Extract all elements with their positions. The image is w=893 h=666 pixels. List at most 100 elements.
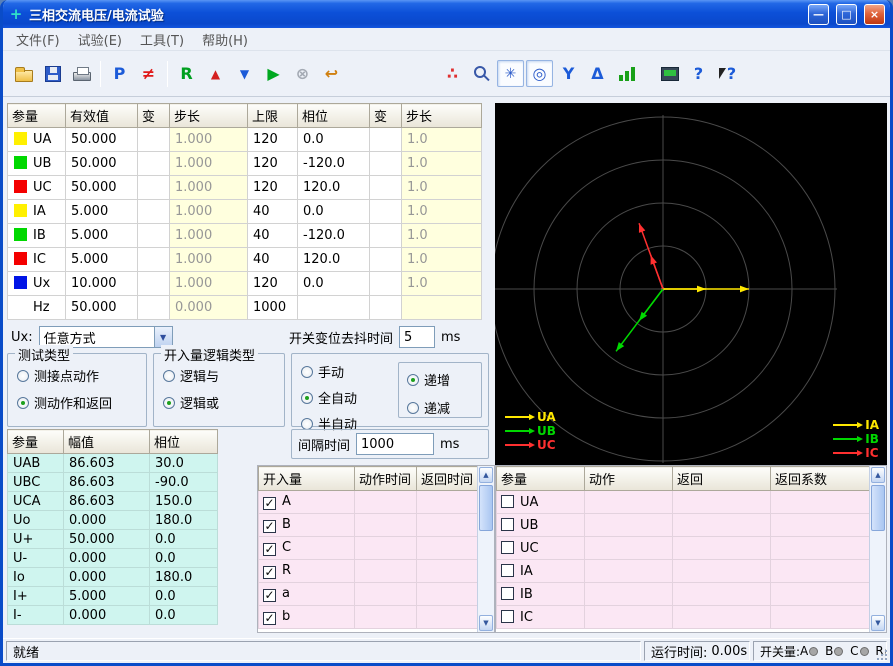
- var2-cell[interactable]: [370, 176, 402, 200]
- zoom-button[interactable]: [468, 60, 495, 87]
- switch-cell[interactable]: b: [259, 606, 355, 629]
- var1-cell[interactable]: [138, 200, 170, 224]
- step1-cell[interactable]: 1.000: [170, 152, 248, 176]
- radio-icon[interactable]: [301, 392, 313, 404]
- radio-decrease[interactable]: 递减: [407, 398, 450, 417]
- phase-cell[interactable]: 0.0: [298, 272, 370, 296]
- radio-icon[interactable]: [163, 397, 175, 409]
- checkbox-icon[interactable]: [501, 610, 514, 623]
- max-cell[interactable]: 120: [248, 152, 298, 176]
- rms-cell[interactable]: 5.000: [66, 248, 138, 272]
- phase-cell[interactable]: 120.0: [298, 176, 370, 200]
- debounce-input[interactable]: [399, 326, 435, 348]
- scroll-up-button[interactable]: ▲: [871, 467, 885, 483]
- reset-r-button[interactable]: R: [173, 60, 200, 87]
- step1-cell[interactable]: 1.000: [170, 200, 248, 224]
- phase-cell[interactable]: -120.0: [298, 224, 370, 248]
- checkbox-icon[interactable]: [501, 495, 514, 508]
- var1-cell[interactable]: [138, 128, 170, 152]
- step1-cell[interactable]: 1.000: [170, 248, 248, 272]
- radio-logic-and[interactable]: 逻辑与: [163, 366, 278, 385]
- step2-cell[interactable]: 1.0: [402, 200, 482, 224]
- radio-icon[interactable]: [407, 402, 419, 414]
- measure-row[interactable]: IC: [497, 606, 872, 629]
- radio-icon[interactable]: [17, 397, 29, 409]
- var2-cell[interactable]: [370, 296, 402, 320]
- phase-cell[interactable]: 120.0: [298, 248, 370, 272]
- step2-cell[interactable]: 1.0: [402, 272, 482, 296]
- instrument-button[interactable]: [656, 60, 683, 87]
- checkbox-icon[interactable]: [263, 520, 276, 533]
- var1-cell[interactable]: [138, 248, 170, 272]
- var1-cell[interactable]: [138, 296, 170, 320]
- interval-input[interactable]: [356, 433, 434, 455]
- measure-row[interactable]: UB: [497, 514, 872, 537]
- checkbox-icon[interactable]: [501, 564, 514, 577]
- minimize-button[interactable]: —: [808, 4, 829, 25]
- max-cell[interactable]: 120: [248, 272, 298, 296]
- vector-group-button[interactable]: ∴: [439, 60, 466, 87]
- step1-cell[interactable]: 0.000: [170, 296, 248, 320]
- max-cell[interactable]: 40: [248, 200, 298, 224]
- checkbox-icon[interactable]: [263, 589, 276, 602]
- checkbox-icon[interactable]: [263, 612, 276, 625]
- undo-button[interactable]: ↩: [318, 60, 345, 87]
- close-button[interactable]: ×: [864, 4, 885, 25]
- var1-cell[interactable]: [138, 272, 170, 296]
- measure-row[interactable]: UC: [497, 537, 872, 560]
- rms-cell[interactable]: 50.000: [66, 176, 138, 200]
- harmonic-bars-button[interactable]: [613, 60, 640, 87]
- switch-row[interactable]: A: [259, 491, 480, 514]
- wye-button[interactable]: Y: [555, 60, 582, 87]
- stop-button[interactable]: ⊗: [289, 60, 316, 87]
- var2-cell[interactable]: [370, 152, 402, 176]
- rms-cell[interactable]: 10.000: [66, 272, 138, 296]
- var1-cell[interactable]: [138, 152, 170, 176]
- max-cell[interactable]: 40: [248, 224, 298, 248]
- step2-cell[interactable]: 1.0: [402, 152, 482, 176]
- radio-icon[interactable]: [17, 370, 29, 382]
- radio-increase[interactable]: 递增: [407, 370, 450, 389]
- step1-cell[interactable]: 1.000: [170, 176, 248, 200]
- radio-manual[interactable]: 手动: [301, 362, 357, 381]
- measure-row[interactable]: IB: [497, 583, 872, 606]
- var1-cell[interactable]: [138, 224, 170, 248]
- menu-tools[interactable]: 工具(T): [131, 28, 193, 51]
- star-view-button[interactable]: ✳: [497, 60, 524, 87]
- switch-row[interactable]: b: [259, 606, 480, 629]
- scroll-thumb[interactable]: [479, 485, 493, 531]
- scrollbar[interactable]: ▲ ▼: [477, 466, 494, 632]
- phase-cell[interactable]: 0.0: [298, 128, 370, 152]
- checkbox-icon[interactable]: [501, 587, 514, 600]
- context-help-button[interactable]: ?: [714, 60, 741, 87]
- delta-button[interactable]: Δ: [584, 60, 611, 87]
- step1-cell[interactable]: 1.000: [170, 224, 248, 248]
- switch-cell[interactable]: C: [259, 537, 355, 560]
- checkbox-icon[interactable]: [263, 566, 276, 579]
- step2-cell[interactable]: 1.0: [402, 176, 482, 200]
- switch-cell[interactable]: a: [259, 583, 355, 606]
- max-cell[interactable]: 120: [248, 128, 298, 152]
- radio-icon[interactable]: [407, 374, 419, 386]
- max-cell[interactable]: 40: [248, 248, 298, 272]
- menu-file[interactable]: 文件(F): [7, 28, 69, 51]
- start-button[interactable]: ▶: [260, 60, 287, 87]
- menu-help[interactable]: 帮助(H): [193, 28, 257, 51]
- manual-set-button[interactable]: ≠: [135, 60, 162, 87]
- measure-row[interactable]: IA: [497, 560, 872, 583]
- checkbox-icon[interactable]: [501, 541, 514, 554]
- scrollbar[interactable]: ▲ ▼: [869, 466, 886, 632]
- switch-cell[interactable]: B: [259, 514, 355, 537]
- radio-full-auto[interactable]: 全自动: [301, 388, 357, 407]
- rms-cell[interactable]: 50.000: [66, 152, 138, 176]
- scroll-thumb[interactable]: [871, 485, 885, 531]
- maximize-button[interactable]: □: [836, 4, 857, 25]
- dropdown-arrow-icon[interactable]: ▼: [154, 327, 172, 347]
- var2-cell[interactable]: [370, 224, 402, 248]
- save-button[interactable]: [39, 60, 66, 87]
- max-cell[interactable]: 120: [248, 176, 298, 200]
- step2-cell[interactable]: 1.0: [402, 248, 482, 272]
- radio-icon[interactable]: [301, 366, 313, 378]
- measure-cell[interactable]: UA: [497, 491, 585, 514]
- step2-cell[interactable]: 1.0: [402, 128, 482, 152]
